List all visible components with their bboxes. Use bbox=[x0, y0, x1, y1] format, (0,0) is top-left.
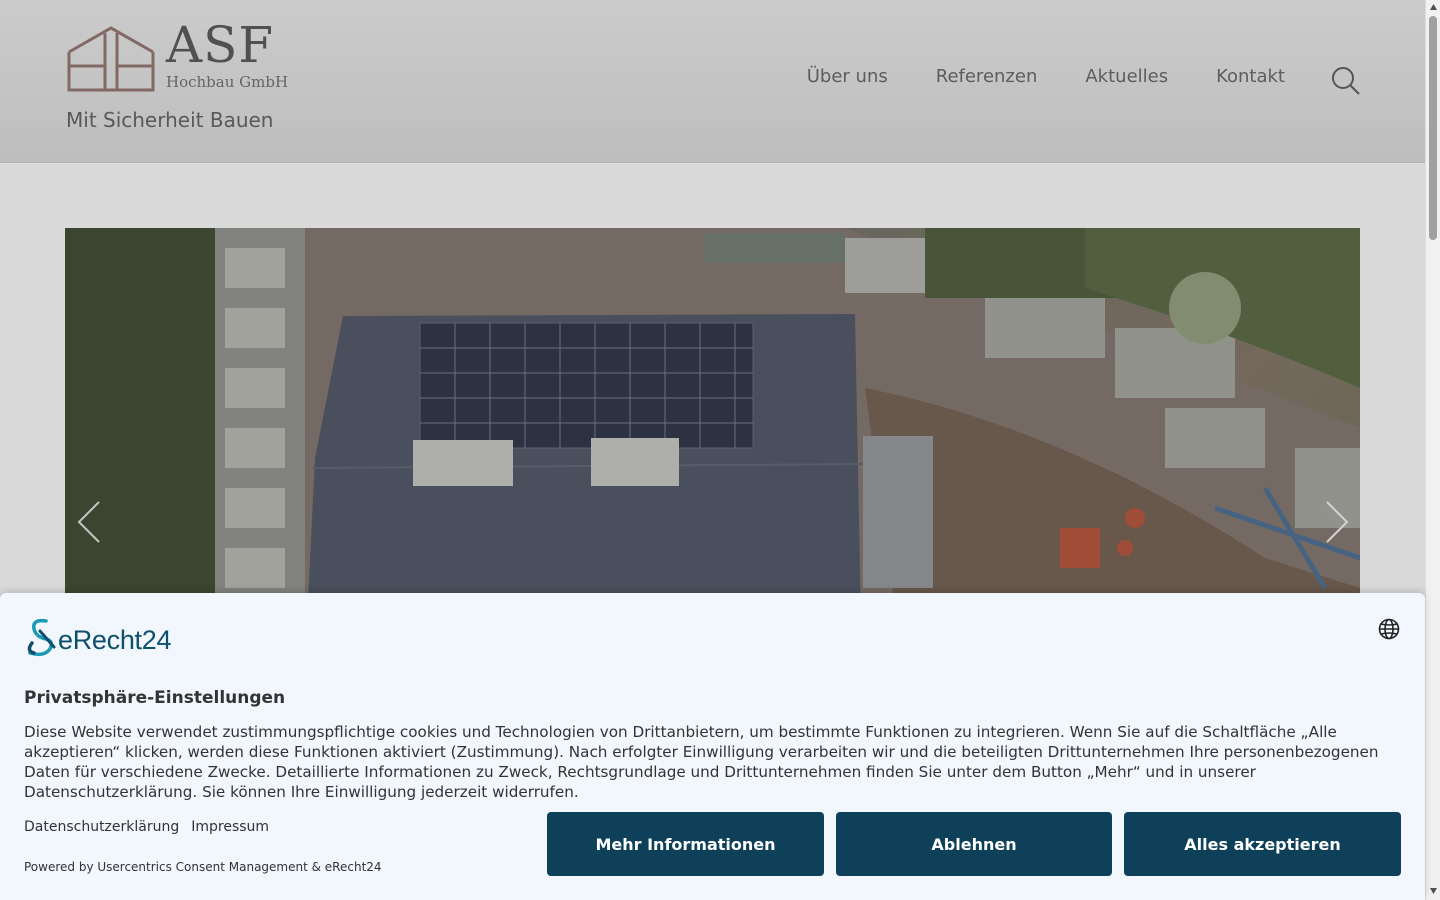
globe-icon bbox=[1378, 618, 1400, 640]
scroll-up-arrow-icon[interactable] bbox=[1429, 3, 1438, 12]
privacy-policy-link[interactable]: Datenschutzerklärung bbox=[24, 819, 179, 835]
consent-description: Diese Website verwendet zustimmungspflic… bbox=[24, 723, 1379, 801]
more-information-button[interactable]: Mehr Informationen bbox=[547, 812, 824, 876]
consent-title: Privatsphäre-Einstellungen bbox=[24, 688, 286, 708]
consent-brand: eRecht24 bbox=[24, 617, 204, 657]
scroll-thumb[interactable] bbox=[1429, 16, 1437, 240]
deny-button[interactable]: Ablehnen bbox=[836, 812, 1112, 876]
consent-links: Datenschutzerklärung Impressum bbox=[24, 819, 269, 835]
imprint-link[interactable]: Impressum bbox=[191, 819, 269, 835]
cookie-consent-banner: eRecht24 Privatsphäre-Einstellungen Dies… bbox=[0, 593, 1425, 900]
scroll-down-arrow-icon[interactable] bbox=[1429, 886, 1438, 895]
erecht24-logo-icon bbox=[27, 618, 56, 657]
powered-by-text: Powered by Usercentrics Consent Manageme… bbox=[24, 860, 382, 874]
page-scrollbar[interactable] bbox=[1425, 0, 1440, 900]
consent-brand-name: eRecht24 bbox=[58, 625, 172, 655]
language-button[interactable] bbox=[1378, 618, 1400, 640]
accept-all-button[interactable]: Alles akzeptieren bbox=[1124, 812, 1401, 876]
